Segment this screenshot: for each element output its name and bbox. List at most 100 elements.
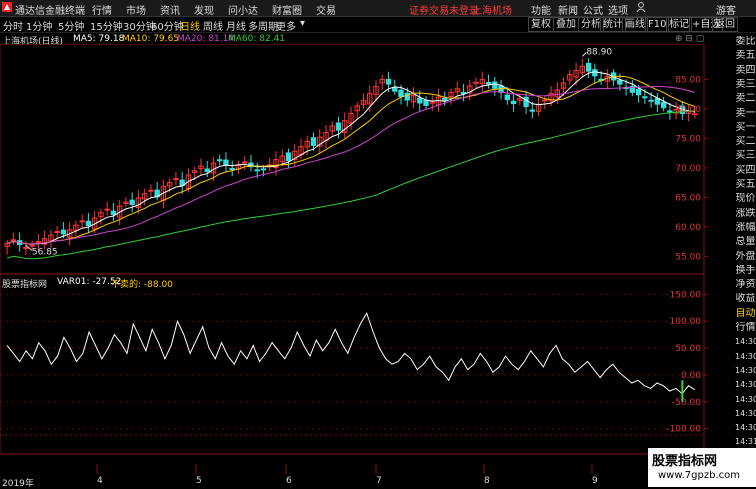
sidebar-item: 买一: [735, 121, 756, 133]
sidebar-item: 收益: [735, 293, 756, 305]
date-label-jul: 7: [376, 476, 382, 486]
sidebar-item: 涨幅: [735, 221, 756, 233]
candle-body: [29, 244, 35, 247]
sidebar-item: 净资: [735, 279, 756, 291]
candle-body: [242, 161, 248, 164]
watermark: 股票指标网 www.7gpzb.com: [648, 448, 756, 487]
ind-y-tick-label: -100.00: [666, 425, 701, 435]
candle-body: [223, 159, 229, 166]
candle-body: [260, 168, 267, 171]
tab-weekly[interactable]: 周线: [203, 18, 223, 33]
tab-monthly[interactable]: 月线: [226, 18, 246, 33]
date-label-sep: 9: [592, 476, 598, 486]
tab-daily[interactable]: 日线: [180, 18, 200, 33]
sidebar-item: 14:30: [735, 380, 756, 390]
menu-xinwen[interactable]: 新闻: [558, 2, 578, 17]
dropdown-icon[interactable]: ▾: [300, 18, 305, 29]
tab-more[interactable]: 更多: [276, 18, 296, 33]
kline-chart[interactable]: 88.90 56.85 150.00 100.00 50.00 0.00 -50.00 -1…: [0, 44, 735, 484]
ma-line-ma60: [6, 110, 695, 260]
sidebar-item: 总量: [735, 236, 756, 248]
sidebar-item: 换手: [735, 264, 756, 276]
ind-y-tick-label: 150.00: [670, 290, 702, 300]
sidebar-item: 委比: [735, 36, 756, 47]
ma20-value: MA20: 81.14: [177, 34, 235, 44]
candle-body: [510, 100, 517, 105]
y-tick-label: 85.00: [675, 75, 701, 85]
candle-body: [529, 109, 536, 112]
menu-wenxiaoda[interactable]: 问小达: [228, 2, 258, 17]
candle-body: [485, 81, 492, 85]
candle-body: [442, 97, 448, 101]
sidebar-item: 14:30: [735, 365, 756, 375]
main-frame: [0, 44, 705, 275]
sidebar-item: 卖二: [735, 93, 756, 105]
date-label-jun: 6: [286, 476, 292, 486]
menu-faxian[interactable]: 发现: [194, 2, 214, 17]
watermark-title: 股票指标网: [652, 454, 718, 469]
tab-fenshi[interactable]: 分时: [3, 18, 23, 33]
ma-line-ma10: [6, 75, 696, 245]
candle-body: [473, 81, 479, 84]
btn-fuquan[interactable]: 复权: [528, 17, 554, 32]
tab-15min[interactable]: 15分钟: [90, 18, 123, 33]
candle-body: [310, 137, 317, 146]
watermark-url: www.7gpzb.com: [658, 470, 740, 481]
menu-gongshi[interactable]: 公式: [583, 2, 603, 17]
login-status[interactable]: 证券交易未登录: [409, 2, 479, 17]
candle-body: [642, 96, 648, 99]
title-bar: 通达信金融终端 行情 市场 资讯 发现 问小达 财富圈 交易 证券交易未登录 上…: [0, 0, 756, 17]
candle-body: [217, 159, 223, 162]
menu-gongneng[interactable]: 功能: [531, 2, 551, 17]
sidebar-item: 14:30: [735, 394, 756, 404]
candle-body: [392, 87, 398, 92]
tab-multiperiod[interactable]: 多周期: [248, 18, 278, 33]
sidebar-item: 14:30: [735, 408, 756, 418]
menu-hangqing[interactable]: 行情: [92, 2, 112, 17]
menu-xuanxiang[interactable]: 选项: [608, 2, 628, 17]
y-tick-label: 75.00: [675, 134, 701, 144]
tab-5min[interactable]: 5分钟: [58, 18, 84, 33]
candle-body: [592, 69, 598, 77]
sidebar-item: 卖四: [735, 64, 756, 76]
date-label-aug: 8: [484, 476, 490, 486]
window-controls[interactable]: ⊕ ⊟ ▢: [675, 34, 704, 44]
date-label-apr: 4: [97, 476, 103, 486]
candle-body: [417, 97, 423, 104]
ma5-value: MA5: 79.18: [73, 34, 125, 44]
date-axis: 2019年 4 5 6 7 8 9: [0, 476, 735, 489]
tab-60min[interactable]: 60分钟: [151, 18, 184, 33]
btn-diejia[interactable]: 叠加: [553, 17, 579, 32]
btn-fanhui[interactable]: 返回: [712, 17, 738, 32]
menu-zixun[interactable]: 资讯: [160, 2, 180, 17]
candle-body: [660, 101, 667, 109]
y-tick-label: 70.00: [675, 164, 701, 174]
y-tick-label: 60.00: [675, 223, 701, 233]
high-price-label: 88.90: [586, 47, 612, 57]
y-tick-label: 80.00: [675, 105, 701, 115]
candle-body: [398, 89, 404, 97]
menu-jiaoyi[interactable]: 交易: [316, 2, 336, 17]
sidebar-item: 卖一: [735, 107, 756, 119]
sidebar-item: 14:30: [735, 351, 756, 361]
candle-body: [635, 88, 642, 96]
candle-body: [648, 99, 654, 102]
menu-caifuquan[interactable]: 财富圈: [272, 2, 302, 17]
guest-label[interactable]: 游客: [716, 2, 736, 17]
candle-body: [110, 210, 117, 215]
candle-body: [542, 99, 548, 102]
tab-1min[interactable]: 1分钟: [26, 18, 52, 33]
menu-shichang[interactable]: 市场: [126, 2, 146, 17]
sidebar-item: 行情: [735, 322, 756, 333]
ind-y-tick-label: 50.00: [675, 344, 701, 354]
sidebar-item: 14:30: [735, 337, 756, 347]
ma60-value: MA60: 82.41: [228, 34, 286, 44]
user-icon[interactable]: [636, 2, 646, 15]
candle-body: [492, 81, 498, 89]
sidebar-item: 买三: [735, 150, 756, 162]
y-tick-label: 55.00: [675, 252, 701, 262]
app-logo-icon: [2, 2, 12, 15]
sidebar-item: 卖三: [735, 78, 756, 90]
ma10-value: MA10: 79.65: [122, 34, 180, 44]
candle-body: [423, 99, 429, 106]
